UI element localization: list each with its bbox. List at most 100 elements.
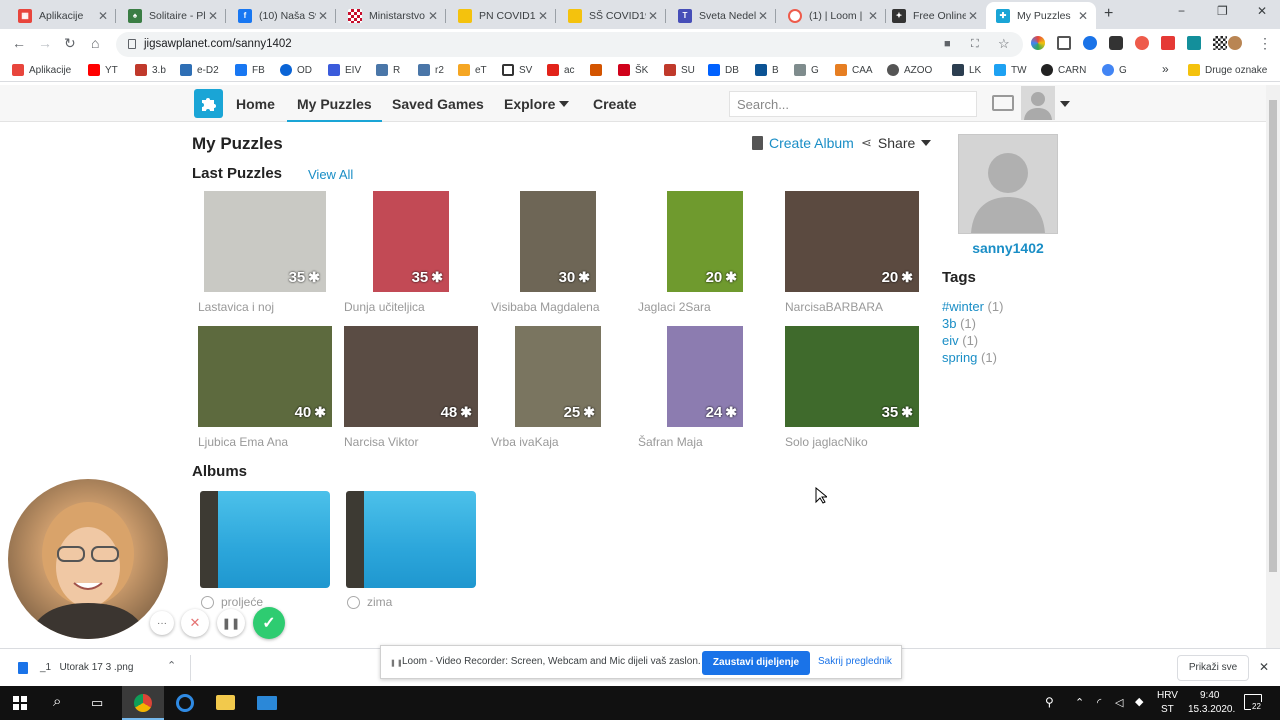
tab-solitaire[interactable]: ♠ Solitaire - Pla ✕ (118, 2, 226, 29)
more-vert-icon[interactable]: ⋮ (1258, 35, 1272, 52)
puzzle-title[interactable]: Visibaba Magdalena (491, 300, 600, 314)
loom-cancel-button[interactable]: ✕ (181, 609, 209, 637)
puzzle-thumbnail[interactable]: 48 ✱ (344, 326, 478, 427)
bookmark-star-icon[interactable]: ☆ (998, 36, 1010, 52)
view-all-link[interactable]: View All (308, 167, 353, 182)
puzzle-thumbnail[interactable]: 35 ✱ (204, 191, 326, 292)
bookmark-item[interactable]: ŠK (618, 64, 648, 76)
nav-create[interactable]: Create (593, 96, 637, 112)
search-icon[interactable]: ⌕ (53, 693, 61, 710)
clock-time[interactable]: 9:40 (1200, 690, 1219, 701)
bookmark-item[interactable]: CAA (835, 64, 873, 76)
reload-icon[interactable]: ↻ (64, 35, 76, 52)
tab-pn-covid19[interactable]: PN COVID19 ✕ (448, 2, 556, 29)
puzzle-title[interactable]: Solo jaglacNiko (785, 435, 868, 449)
show-all-downloads-button[interactable]: Prikaži sve (1177, 655, 1249, 681)
tab-facebook[interactable]: f (10) Naša Sve ✕ (228, 2, 336, 29)
close-icon[interactable]: ✕ (966, 9, 980, 23)
bookmark-item[interactable]: SV (502, 64, 532, 76)
bookmark-item[interactable]: FB (235, 64, 265, 76)
bookmark-item[interactable]: EIV (328, 64, 361, 76)
chevron-up-icon[interactable]: ⌃ (167, 659, 176, 672)
page-scrollbar[interactable] (1266, 85, 1280, 648)
puzzle-card[interactable]: 35 ✱ (344, 191, 478, 292)
puzzle-title[interactable]: Narcisa Viktor (344, 435, 418, 449)
puzzle-card[interactable]: 48 ✱ (344, 326, 478, 427)
nav-my-puzzles[interactable]: My Puzzles (287, 96, 382, 122)
puzzle-card[interactable]: 25 ✱ (491, 326, 625, 427)
puzzle-thumbnail[interactable]: 40 ✱ (198, 326, 332, 427)
puzzle-title[interactable]: Ljubica Ema Ana (198, 435, 288, 449)
bookmark-item[interactable]: B (755, 64, 779, 76)
bookmark-item[interactable]: SU (664, 64, 695, 76)
close-icon[interactable]: ✕ (426, 9, 440, 23)
forward-arrow-icon[interactable]: → (38, 35, 52, 51)
puzzle-card[interactable]: 20 ✱ (785, 191, 919, 292)
puzzle-title[interactable]: Vrba ivaKaja (491, 435, 559, 449)
close-icon[interactable]: ✕ (1076, 9, 1090, 23)
puzzle-thumbnail[interactable]: 25 ✱ (515, 326, 601, 427)
bookmark-item[interactable]: ac (547, 64, 575, 76)
wifi-icon[interactable]: ◜ (1097, 696, 1101, 709)
close-icon[interactable]: ✕ (756, 9, 770, 23)
extension-icon[interactable] (1031, 36, 1045, 50)
tag-item[interactable]: 3b (1) (942, 316, 976, 331)
close-downloads-icon[interactable]: ✕ (1259, 660, 1269, 674)
tag-item[interactable]: #winter (1) (942, 299, 1003, 314)
loom-pause-button[interactable]: ❚❚ (217, 609, 245, 637)
puzzle-title[interactable]: Šafran Maja (638, 435, 703, 449)
dropbox-icon[interactable]: ◆ (1135, 695, 1143, 708)
puzzle-thumbnail[interactable]: 35 ✱ (785, 326, 919, 427)
bookmark-item[interactable]: YT (88, 64, 118, 76)
scrollbar-thumb[interactable] (1269, 100, 1277, 572)
clock-date[interactable]: 15.3.2020. (1188, 704, 1235, 715)
volume-icon[interactable]: ◁ (1115, 696, 1123, 709)
bookmark-item[interactable]: AZOO (887, 64, 932, 76)
chevron-down-icon[interactable] (559, 101, 569, 107)
user-avatar[interactable] (1021, 86, 1055, 120)
bookmark-item[interactable]: OD (280, 64, 312, 76)
bookmark-item[interactable]: Aplikacije (12, 64, 71, 76)
puzzle-card[interactable]: 40 ✱ (198, 326, 332, 427)
nav-home[interactable]: Home (236, 96, 275, 112)
extension-icon[interactable] (1083, 36, 1097, 50)
mail-icon[interactable] (992, 95, 1014, 111)
chevron-up-icon[interactable]: ⌃ (1075, 696, 1084, 709)
input-method[interactable]: ST (1161, 704, 1174, 715)
extension-icon[interactable] (1109, 36, 1123, 50)
bookmark-item[interactable]: R (376, 64, 400, 76)
other-bookmarks-folder[interactable]: Druge oznake (1188, 64, 1267, 76)
translate-icon[interactable]: ⛶ (971, 38, 979, 51)
window-close-button[interactable]: ✕ (1257, 4, 1267, 18)
file-explorer-icon[interactable] (216, 695, 235, 710)
bookmark-item[interactable]: 3.b (135, 64, 166, 76)
stop-sharing-button[interactable]: Zaustavi dijeljenje (702, 651, 810, 675)
puzzle-card[interactable]: 20 ✱ (638, 191, 772, 292)
puzzle-card[interactable]: 30 ✱ (491, 191, 625, 292)
jigsaw-planet-logo-icon[interactable] (194, 89, 223, 118)
tab-free-online[interactable]: ✦ Free Online ✕ (882, 2, 986, 29)
camera-icon[interactable]: ■ (944, 38, 951, 50)
close-icon[interactable]: ✕ (316, 9, 330, 23)
profile-avatar[interactable] (958, 134, 1058, 234)
bookmark-item[interactable]: LK (952, 64, 981, 76)
album-card[interactable] (200, 491, 330, 588)
bookmark-item[interactable]: CARN (1041, 64, 1086, 76)
puzzle-title[interactable]: NarcisaBARBARA (785, 300, 883, 314)
home-icon[interactable]: ⌂ (91, 35, 99, 51)
close-icon[interactable]: ✕ (206, 9, 220, 23)
extension-icon[interactable] (1161, 36, 1175, 50)
loom-webcam-bubble[interactable] (8, 479, 168, 639)
extension-icon[interactable] (1187, 36, 1201, 50)
tab-aplikacije[interactable]: ▦ Aplikacije ✕ (8, 2, 116, 29)
username-link[interactable]: sanny1402 (958, 240, 1058, 256)
puzzle-title[interactable]: Lastavica i noj (198, 300, 274, 314)
loom-extension-icon[interactable] (1135, 36, 1149, 50)
puzzle-title[interactable]: Jaglaci 2Sara (638, 300, 711, 314)
bookmark-item[interactable] (590, 64, 607, 76)
album-title[interactable]: zima (347, 595, 392, 609)
album-card[interactable] (346, 491, 476, 588)
minimize-button[interactable]: − (1178, 4, 1185, 18)
nav-saved-games[interactable]: Saved Games (392, 96, 484, 112)
download-file-name[interactable]: _1 Utorak 17 3 .png (40, 662, 133, 673)
